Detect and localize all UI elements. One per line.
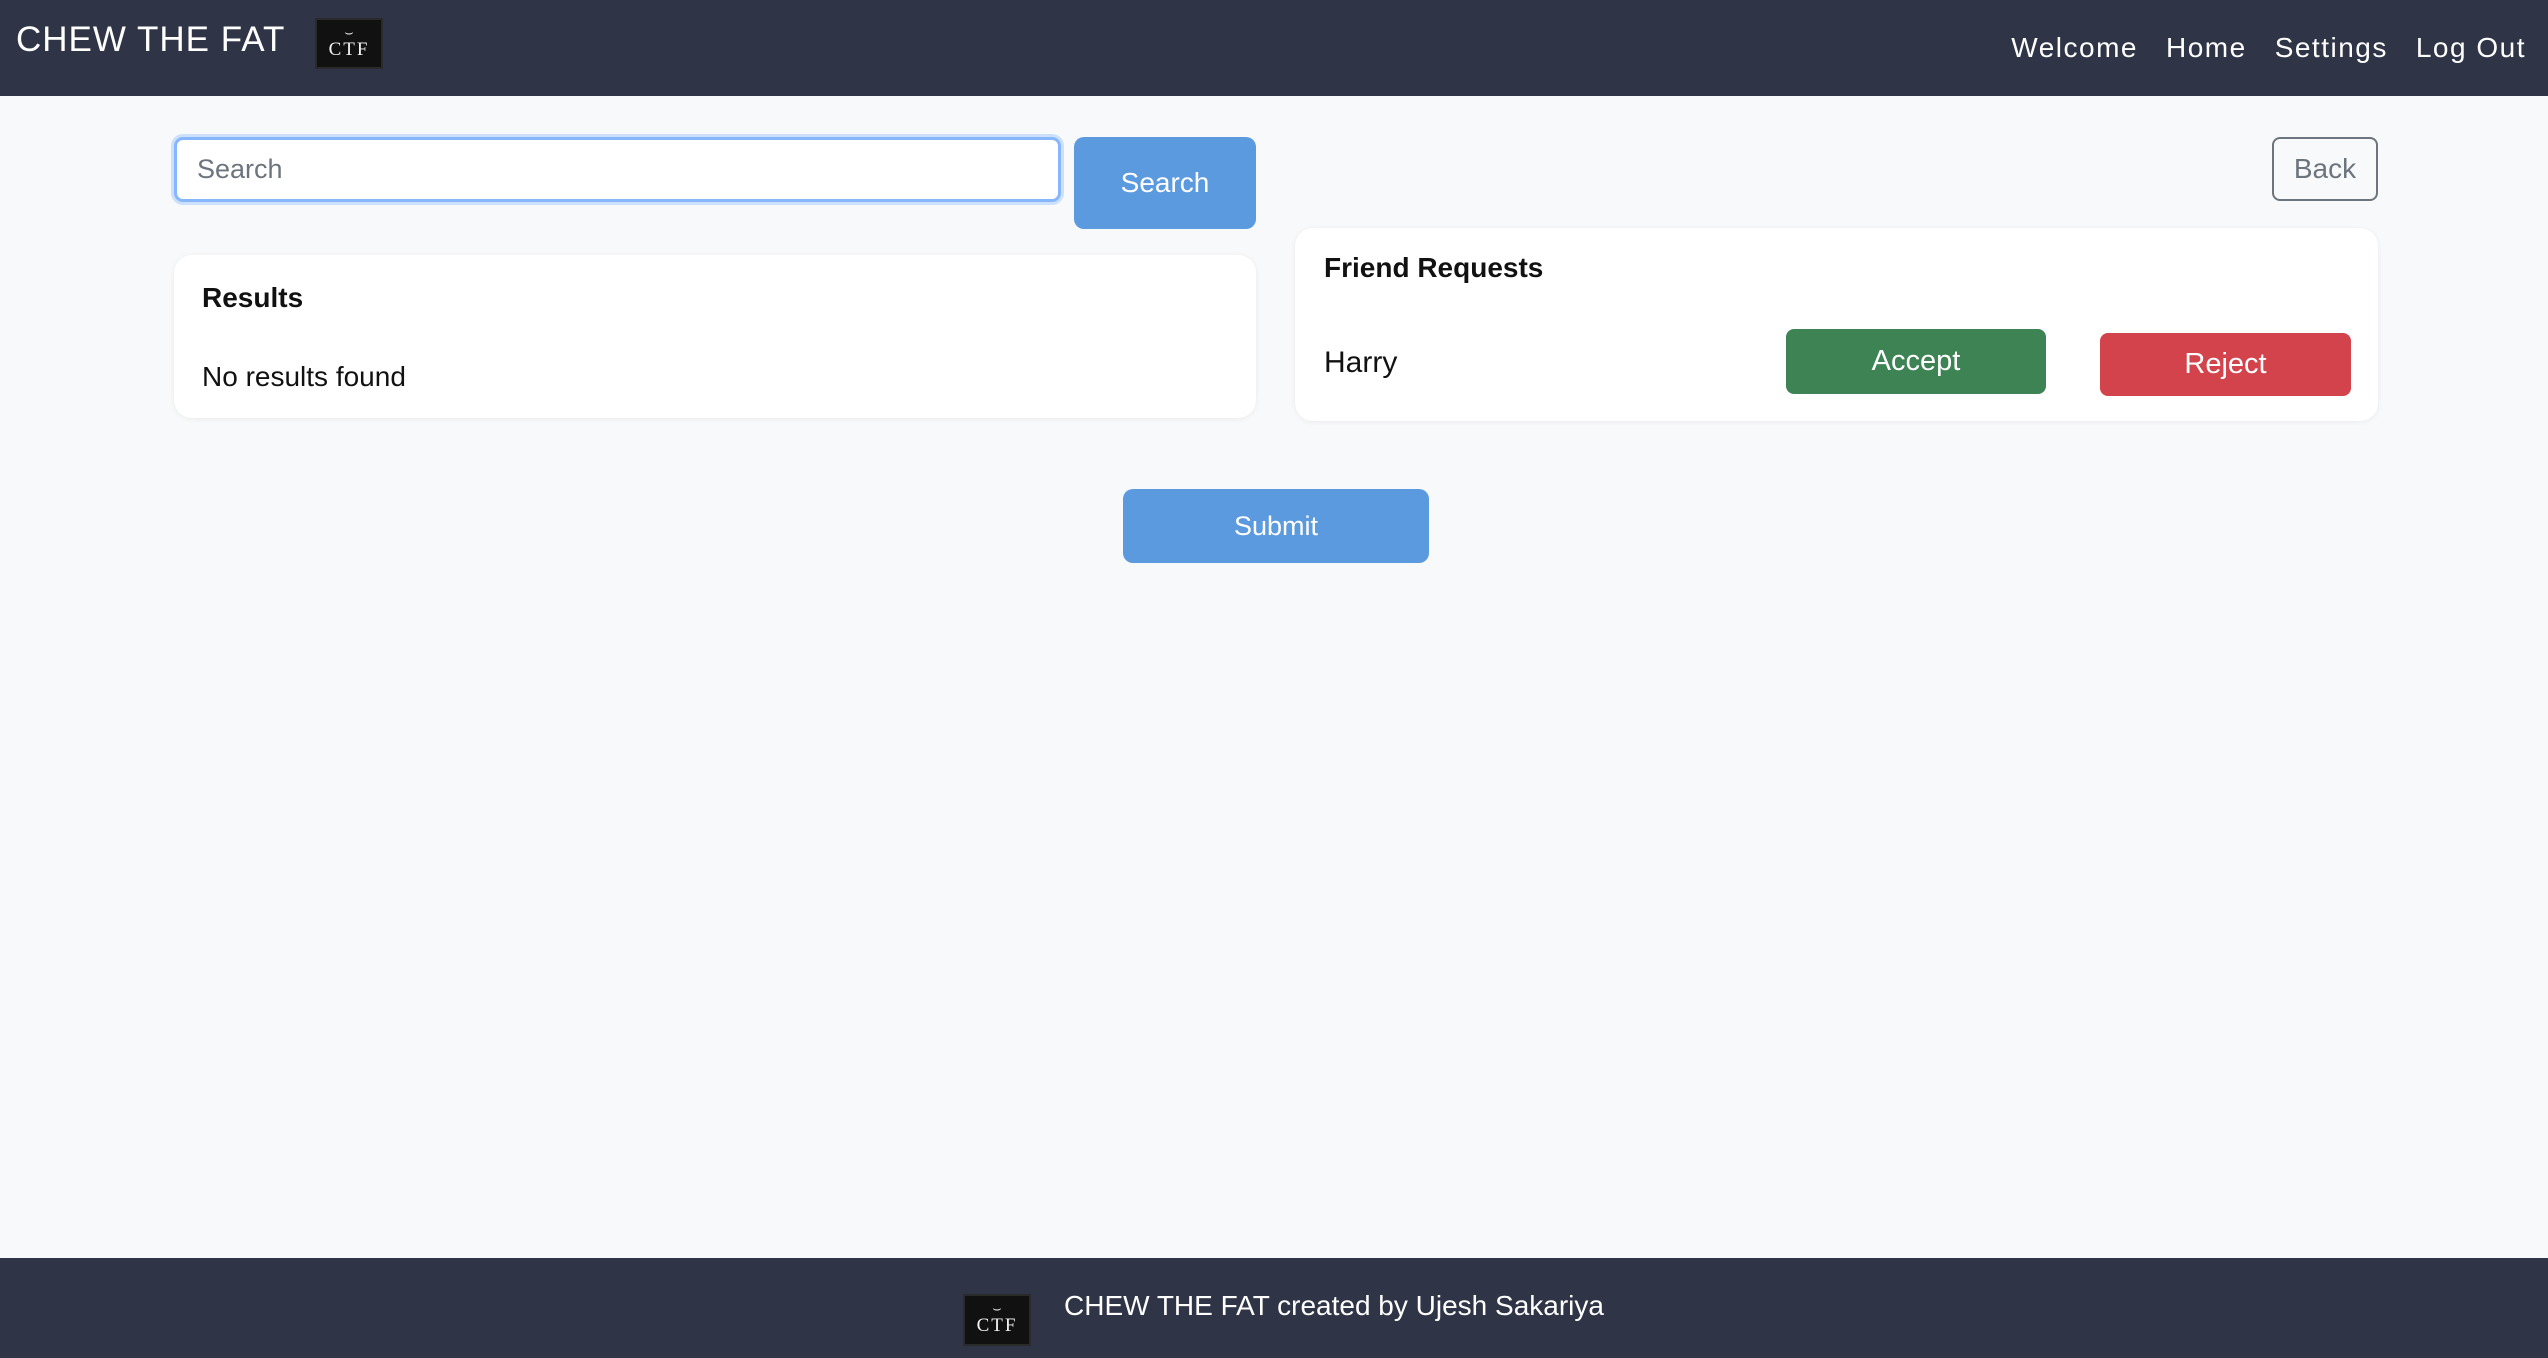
no-results-text: No results found (202, 361, 406, 392)
footer: ⌣ CTF CHEW THE FAT created by Ujesh Saka… (0, 1258, 2548, 1358)
nav-settings[interactable]: Settings (2275, 28, 2388, 68)
navbar: CHEW THE FAT ⌣ CTF Welcome Home Settings… (0, 0, 2548, 96)
logo-letters: CTF (328, 38, 370, 60)
nav-home[interactable]: Home (2166, 28, 2247, 68)
nav-logout[interactable]: Log Out (2416, 28, 2526, 68)
friend-requests-title: Friend Requests (1324, 252, 1544, 283)
results-card: Results No results found (174, 255, 1256, 418)
accept-button[interactable]: Accept (1786, 329, 2046, 394)
results-title: Results (202, 282, 304, 313)
search-input[interactable] (174, 137, 1061, 202)
reject-button[interactable]: Reject (2100, 333, 2351, 396)
logo-mark: ⌣ (344, 25, 354, 41)
nav-welcome[interactable]: Welcome (2011, 28, 2138, 68)
submit-button[interactable]: Submit (1123, 489, 1429, 563)
brand-title[interactable]: CHEW THE FAT (16, 16, 285, 64)
ctf-footer-logo-icon: ⌣ CTF (963, 1294, 1031, 1346)
nav-links: Welcome Home Settings Log Out (2011, 28, 2526, 68)
back-button[interactable]: Back (2272, 137, 2378, 201)
search-button[interactable]: Search (1074, 137, 1256, 229)
friend-requests-card: Friend Requests Harry Accept Reject (1295, 228, 2378, 421)
request-name: Harry (1324, 346, 1398, 379)
ctf-logo-icon: ⌣ CTF (315, 18, 383, 69)
footer-logo-letters: CTF (976, 1315, 1018, 1336)
footer-text: CHEW THE FAT created by Ujesh Sakariya (1064, 1290, 1604, 1321)
